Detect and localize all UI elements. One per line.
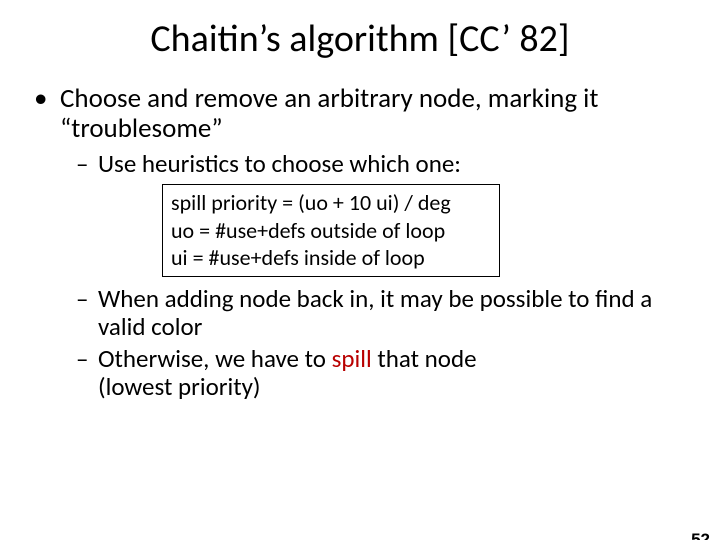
slide-body: • Choose and remove an arbitrary node, m… bbox=[0, 84, 720, 401]
bullet-text: When adding node back in, it may be poss… bbox=[98, 285, 686, 341]
slide: Chaitin’s algorithm [CC’ 82] • Choose an… bbox=[0, 16, 720, 540]
bullet-level2: – Otherwise, we have to spill that node … bbox=[76, 345, 686, 401]
formula-line: spill priority = (uo + 10 ui) / deg bbox=[171, 189, 491, 217]
formula-line: uo = #use+defs outside of loop bbox=[171, 217, 491, 245]
text-fragment: (lowest priority) bbox=[98, 371, 261, 402]
formula-line: ui = #use+defs inside of loop bbox=[171, 244, 491, 272]
text-fragment: Otherwise, we have to bbox=[98, 343, 332, 374]
bullet-text: Choose and remove an arbitrary node, mar… bbox=[60, 84, 686, 144]
dash-mark: – bbox=[76, 345, 98, 401]
bullet-level1: • Choose and remove an arbitrary node, m… bbox=[34, 84, 686, 144]
formula-box: spill priority = (uo + 10 ui) / deg uo =… bbox=[162, 184, 500, 277]
dash-mark: – bbox=[76, 285, 98, 341]
dash-mark: – bbox=[76, 150, 98, 178]
bullet-text: Otherwise, we have to spill that node (l… bbox=[98, 345, 686, 401]
slide-title: Chaitin’s algorithm [CC’ 82] bbox=[0, 16, 720, 62]
bullet-level2: – When adding node back in, it may be po… bbox=[76, 285, 686, 341]
bullet-mark: • bbox=[34, 84, 60, 144]
bullet-level2: – Use heuristics to choose which one: bbox=[76, 150, 686, 178]
spill-word: spill bbox=[332, 343, 372, 374]
bullet-text: Use heuristics to choose which one: bbox=[98, 150, 686, 178]
page-number: 52 bbox=[691, 530, 710, 540]
text-fragment: that node bbox=[372, 343, 477, 374]
